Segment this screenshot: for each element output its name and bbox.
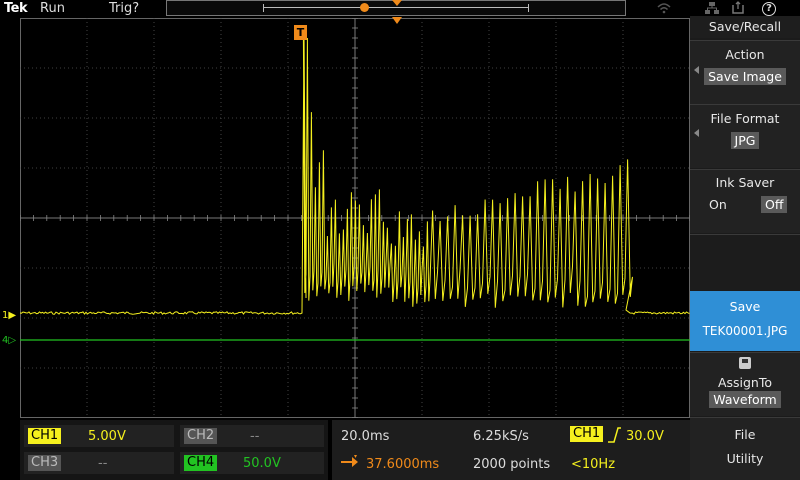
ch1-tag: CH1	[28, 428, 62, 444]
bottom-status-bar: CH1 5.00V CH2 -- CH3 -- CH4 50.0V 20.0ms…	[20, 420, 690, 480]
waveform-display[interactable]	[20, 18, 690, 418]
file-utility-label-1: File	[734, 427, 756, 442]
ch2-readout[interactable]: CH2 --	[180, 425, 324, 447]
ch1-ground-marker[interactable]: 1▶	[2, 310, 16, 321]
wifi-icon	[656, 1, 672, 19]
sample-rate: 6.25kS/s	[473, 429, 529, 444]
side-menu: Save/Recall Action Save Image File Forma…	[690, 16, 800, 480]
file-format-label: File Format	[710, 111, 780, 126]
horizontal-position-arrow-icon	[341, 455, 359, 473]
record-trigger-icon	[360, 3, 369, 12]
ch3-scale: --	[98, 456, 108, 471]
menu-title: Save/Recall	[690, 16, 800, 38]
ch4-readout[interactable]: CH4 50.0V	[180, 452, 324, 474]
trigger-frequency: <10Hz	[571, 457, 616, 472]
ink-saver-off[interactable]: Off	[761, 196, 788, 213]
ch4-ground-marker[interactable]: 4▷	[2, 335, 16, 346]
horizontal-position: 37.6000ms	[366, 457, 440, 472]
record-length: 2000 points	[473, 457, 551, 472]
run-status[interactable]: Run	[40, 1, 65, 16]
arrow-left-icon	[694, 66, 699, 74]
trigger-marker[interactable]: T	[294, 25, 307, 40]
action-menu-item[interactable]: Action Save Image	[690, 40, 800, 113]
trigger-status: Trig?	[109, 1, 140, 16]
ink-saver-label: Ink Saver	[715, 175, 775, 190]
horizontal-position-icon[interactable]	[392, 17, 402, 24]
assign-to-menu-item[interactable]: AssignTo Waveform	[690, 352, 800, 416]
help-icon[interactable]: ?	[762, 2, 776, 16]
ink-saver-menu-item[interactable]: Ink Saver On Off	[690, 169, 800, 233]
save-label: Save	[729, 299, 761, 314]
channel-readouts: CH1 5.00V CH2 -- CH3 -- CH4 50.0V	[20, 420, 328, 480]
trigger-slope-icon	[606, 426, 622, 448]
ch3-tag: CH3	[28, 455, 62, 471]
save-filename: TEK00001.JPG	[702, 324, 788, 338]
assign-to-label: AssignTo	[717, 375, 773, 390]
ch2-scale: --	[250, 429, 260, 444]
ch2-tag: CH2	[184, 428, 218, 444]
trigger-source: CH1	[570, 426, 604, 442]
assign-to-value: Waveform	[709, 391, 781, 408]
file-utility-label-2: Utility	[726, 451, 764, 466]
brand-logo: Tek	[4, 1, 28, 16]
horizontal-trigger-readouts[interactable]: 20.0ms 6.25kS/s 37.6000ms 2000 points CH…	[332, 420, 690, 480]
file-format-menu-item[interactable]: File Format JPG	[690, 104, 800, 168]
action-label: Action	[725, 47, 765, 62]
action-value: Save Image	[704, 68, 786, 85]
record-position-icon	[392, 0, 402, 6]
ink-saver-on[interactable]: On	[709, 197, 727, 212]
ch4-scale: 50.0V	[243, 456, 281, 471]
top-status-bar: Tek Run Trig?	[0, 0, 690, 18]
save-icon	[739, 357, 751, 369]
file-utility-menu-item[interactable]: File Utility	[690, 417, 800, 480]
save-button[interactable]: Save TEK00001.JPG	[690, 291, 800, 351]
arrow-left-icon	[694, 129, 699, 137]
ch4-tag: CH4	[184, 455, 218, 471]
ch1-scale: 5.00V	[88, 429, 126, 444]
graticule	[20, 18, 690, 418]
ch3-readout[interactable]: CH3 --	[24, 452, 174, 474]
record-view-bar[interactable]	[166, 0, 626, 16]
file-format-value: JPG	[730, 132, 760, 149]
ch1-readout[interactable]: CH1 5.00V	[24, 425, 174, 447]
trigger-level: 30.0V	[626, 429, 664, 444]
menu-empty-slot	[690, 234, 800, 290]
timebase: 20.0ms	[341, 429, 390, 444]
